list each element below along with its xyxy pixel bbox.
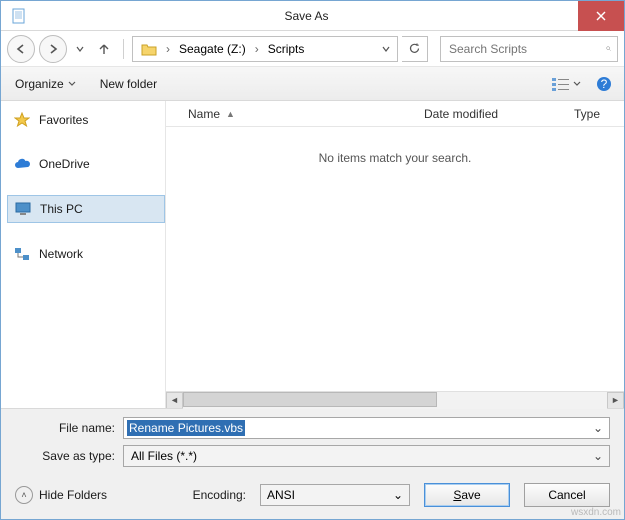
encoding-value: ANSI xyxy=(267,488,393,502)
horizontal-scrollbar[interactable]: ◄ ► xyxy=(166,391,624,408)
scroll-left-button[interactable]: ◄ xyxy=(166,392,183,409)
up-button[interactable] xyxy=(93,38,115,60)
title-bar: Save As xyxy=(1,1,624,31)
new-folder-label: New folder xyxy=(100,77,157,91)
refresh-icon xyxy=(408,42,421,55)
refresh-button[interactable] xyxy=(402,36,428,62)
chevron-right-icon[interactable]: › xyxy=(252,42,262,56)
column-label: Type xyxy=(574,107,600,121)
breadcrumb-seagate[interactable]: Seagate (Z:) xyxy=(173,37,252,61)
empty-message: No items match your search. xyxy=(319,151,472,165)
search-box[interactable] xyxy=(440,36,618,62)
chevron-down-icon xyxy=(68,80,76,88)
notepad-icon xyxy=(9,6,29,26)
savetype-value: All Files (*.*) xyxy=(127,447,201,465)
chevron-down-icon xyxy=(76,45,84,53)
sidebar-item-label: OneDrive xyxy=(39,157,90,171)
file-list-pane: Name ▲ Date modified Type No items match… xyxy=(166,101,624,408)
save-label: Save xyxy=(453,488,480,502)
sidebar-item-favorites[interactable]: Favorites xyxy=(7,107,165,133)
filename-value[interactable]: Rename Pictures.vbs xyxy=(127,420,245,436)
column-type[interactable]: Type xyxy=(564,107,624,121)
chevron-down-icon xyxy=(382,45,390,53)
chevron-right-icon[interactable]: › xyxy=(163,42,173,56)
footer: ˄ Hide Folders Encoding: ANSI ⌄ Save Can… xyxy=(1,471,624,519)
back-button[interactable] xyxy=(7,35,35,63)
hide-folders-label: Hide Folders xyxy=(39,488,107,502)
sidebar-item-label: Network xyxy=(39,247,83,261)
scroll-track[interactable] xyxy=(183,392,607,409)
search-input[interactable] xyxy=(447,41,606,57)
sort-ascending-icon: ▲ xyxy=(226,109,235,119)
chevron-down-icon[interactable]: ⌄ xyxy=(590,421,606,435)
cancel-button[interactable]: Cancel xyxy=(524,483,610,507)
view-icon xyxy=(551,76,571,92)
cancel-label: Cancel xyxy=(548,488,585,502)
column-name[interactable]: Name ▲ xyxy=(178,107,414,121)
svg-text:?: ? xyxy=(601,77,608,91)
save-as-dialog: Save As › Seagate (Z:) › Scripts xyxy=(0,0,625,520)
computer-icon xyxy=(14,200,32,218)
recent-dropdown[interactable] xyxy=(71,35,89,63)
close-icon xyxy=(596,11,606,21)
sidebar-item-this-pc[interactable]: This PC xyxy=(7,195,165,223)
help-button[interactable]: ? xyxy=(590,72,618,96)
column-headers: Name ▲ Date modified Type xyxy=(166,101,624,127)
nav-row: › Seagate (Z:) › Scripts xyxy=(1,31,624,67)
help-icon: ? xyxy=(596,76,612,92)
organize-label: Organize xyxy=(15,77,64,91)
save-button[interactable]: Save xyxy=(424,483,510,507)
view-options[interactable] xyxy=(548,73,584,95)
hide-folders-button[interactable]: ˄ Hide Folders xyxy=(15,486,107,504)
star-icon xyxy=(13,111,31,129)
savetype-row: Save as type: All Files (*.*) ⌄ xyxy=(15,445,610,467)
folder-icon xyxy=(141,42,157,56)
watermark: wsxdn.com xyxy=(571,507,621,518)
column-date[interactable]: Date modified xyxy=(414,107,564,121)
separator xyxy=(123,39,124,59)
forward-button[interactable] xyxy=(39,35,67,63)
arrow-up-icon xyxy=(97,42,111,56)
scroll-thumb[interactable] xyxy=(183,392,437,407)
encoding-label: Encoding: xyxy=(193,488,246,502)
sidebar-item-label: This PC xyxy=(40,202,83,216)
window-title: Save As xyxy=(35,9,578,23)
chevron-down-icon[interactable]: ⌄ xyxy=(590,449,606,463)
file-list-body: No items match your search. xyxy=(166,127,624,391)
sidebar: Favorites OneDrive This PC xyxy=(1,101,166,408)
chevron-up-icon: ˄ xyxy=(15,486,33,504)
filename-label: File name: xyxy=(15,421,115,435)
arrow-left-icon xyxy=(15,43,27,55)
sidebar-item-network[interactable]: Network xyxy=(7,241,165,267)
sidebar-item-label: Favorites xyxy=(39,113,88,127)
breadcrumb-scripts[interactable]: Scripts xyxy=(262,37,311,61)
fields-area: File name: Rename Pictures.vbs ⌄ Save as… xyxy=(1,408,624,471)
encoding-select[interactable]: ANSI ⌄ xyxy=(260,484,410,506)
chevron-down-icon[interactable]: ⌄ xyxy=(393,488,403,502)
new-folder-button[interactable]: New folder xyxy=(92,73,165,95)
search-icon xyxy=(606,42,611,55)
main-area: Favorites OneDrive This PC xyxy=(1,101,624,408)
arrow-right-icon xyxy=(47,43,59,55)
column-label: Date modified xyxy=(424,107,498,121)
filename-input[interactable]: Rename Pictures.vbs ⌄ xyxy=(123,417,610,439)
address-bar[interactable]: › Seagate (Z:) › Scripts xyxy=(132,36,398,62)
network-icon xyxy=(13,245,31,263)
filename-row: File name: Rename Pictures.vbs ⌄ xyxy=(15,417,610,439)
cloud-icon xyxy=(13,155,31,173)
chevron-down-icon xyxy=(573,80,581,88)
close-button[interactable] xyxy=(578,1,624,31)
column-label: Name xyxy=(188,107,220,121)
scroll-right-button[interactable]: ► xyxy=(607,392,624,409)
savetype-label: Save as type: xyxy=(15,449,115,463)
address-dropdown[interactable] xyxy=(377,45,395,53)
organize-menu[interactable]: Organize xyxy=(7,73,84,95)
sidebar-item-onedrive[interactable]: OneDrive xyxy=(7,151,165,177)
toolbar: Organize New folder ? xyxy=(1,67,624,101)
savetype-select[interactable]: All Files (*.*) ⌄ xyxy=(123,445,610,467)
drive-icon-chip[interactable] xyxy=(135,37,163,61)
